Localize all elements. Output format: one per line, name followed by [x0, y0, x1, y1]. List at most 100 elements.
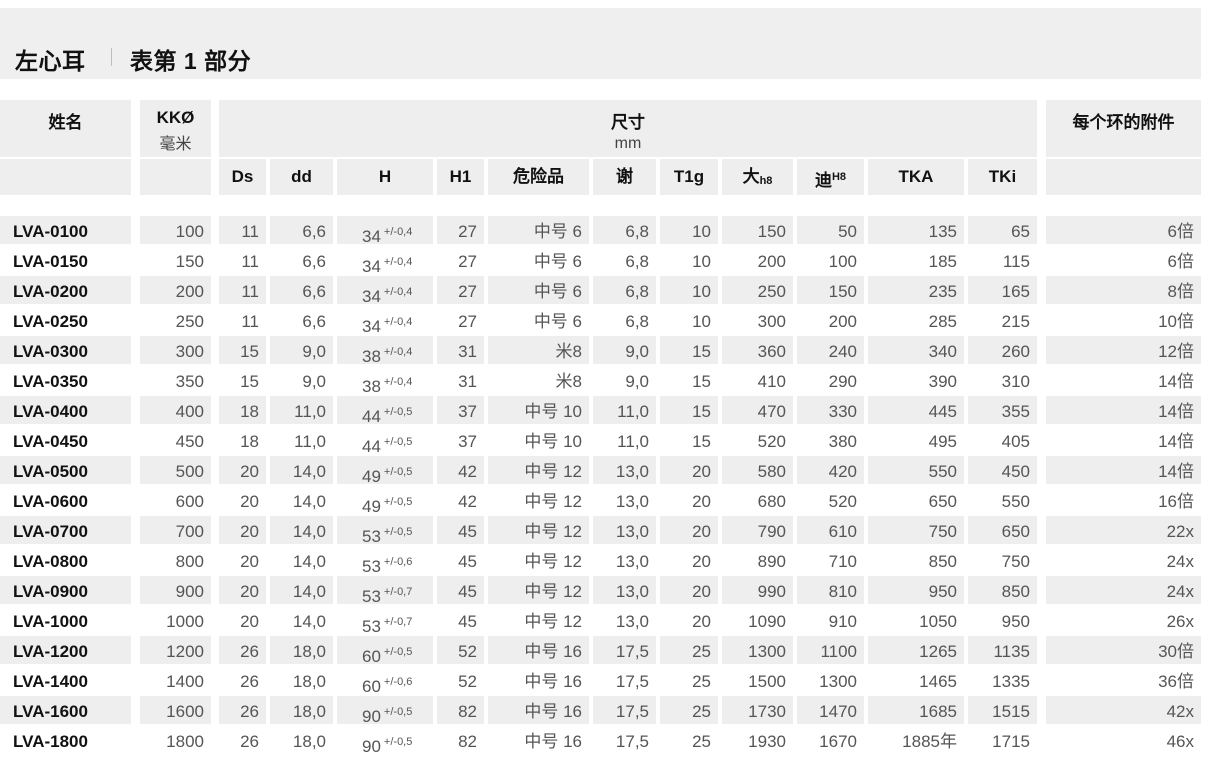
header-accessory-label: 每个环的附件 [1072, 113, 1175, 132]
cell-dd: 14,0 [292, 552, 326, 571]
cell-di: 380 [828, 432, 857, 451]
cell-di: 610 [797, 516, 864, 544]
cell-dd: 14,0 [270, 576, 333, 604]
cell-dd: 14,0 [270, 456, 333, 484]
cell-danger: 中号 12 [488, 576, 589, 604]
cell-tka: 1685 [868, 696, 964, 724]
cell-acc: 14倍 [1046, 456, 1201, 484]
cell-danger: 中号 12 [524, 552, 582, 571]
cell-tka: 185 [928, 252, 957, 271]
cell-name: LVA-0450 [13, 432, 88, 451]
cell-tki: 950 [1001, 612, 1030, 631]
cell-ds: 15 [240, 372, 259, 391]
cell-name: LVA-0200 [0, 276, 131, 304]
cell-ds: 11 [241, 312, 259, 331]
cell-tka: 135 [868, 216, 964, 244]
cell-t1g: 25 [660, 636, 718, 664]
cell-kk: 250 [175, 312, 204, 331]
subheader-accessory-blank [1046, 159, 1201, 195]
cell-acc: 14倍 [1158, 372, 1194, 391]
cell-h: 49 +/-0,5 [337, 456, 433, 486]
table-row: LVA-1800 1800 26 18,0 90 +/-0,5 82 中号 16 17,5 25 1… [0, 726, 1201, 756]
cell-name: LVA-1600 [0, 696, 131, 724]
cell-h-tolerance: +/-0,4 [383, 256, 413, 268]
cell-h-tolerance: +/-0,5 [383, 496, 413, 508]
cell-t1g: 25 [692, 732, 711, 751]
table-row: LVA-1200 1200 26 18,0 60 +/-0,5 52 中号 16 17,5 25 1… [0, 636, 1201, 666]
cell-t1g: 10 [692, 312, 711, 331]
cell-da: 1730 [722, 696, 793, 724]
subheader-tka: TKA [868, 159, 964, 195]
cell-tki: 260 [968, 336, 1037, 364]
cell-tki: 450 [968, 456, 1037, 484]
cell-h1: 37 [437, 396, 484, 424]
cell-tka: 340 [868, 336, 964, 364]
cell-di: 910 [828, 612, 857, 631]
cell-kk: 800 [175, 552, 204, 571]
cell-name: LVA-0350 [13, 372, 88, 391]
cell-dd: 11,0 [270, 396, 333, 424]
cell-dd: 6,6 [302, 252, 326, 271]
cell-danger: 中号 16 [488, 636, 589, 664]
page-title: 左心耳 [15, 48, 86, 74]
cell-xie: 9,0 [625, 372, 649, 391]
cell-di: 420 [797, 456, 864, 484]
header-dimensions-unit: mm [614, 135, 642, 152]
cell-di: 1100 [797, 636, 864, 664]
cell-h1: 45 [458, 552, 477, 571]
subheader-dd: dd [270, 159, 333, 195]
header-kk: KKØ 毫米 [140, 100, 211, 157]
cell-h1: 27 [458, 252, 477, 271]
cell-kk: 150 [175, 252, 204, 271]
cell-h-value: 38 [362, 347, 381, 366]
cell-name: LVA-0100 [0, 216, 131, 244]
cell-h: 34 +/-0,4 [337, 216, 433, 246]
cell-name: LVA-0700 [0, 516, 131, 544]
subheader-t1g: T1g [660, 159, 718, 195]
cell-danger: 中号 12 [488, 456, 589, 484]
cell-xie: 13,0 [593, 516, 656, 544]
cell-t1g: 20 [692, 612, 711, 631]
cell-name: LVA-0300 [0, 336, 131, 364]
cell-di: 240 [797, 336, 864, 364]
cell-acc: 42x [1046, 696, 1201, 724]
cell-h1: 27 [437, 216, 484, 244]
cell-h-value: 90 [362, 707, 381, 726]
cell-tki: 750 [1001, 552, 1030, 571]
cell-tka: 235 [868, 276, 964, 304]
cell-ds: 18 [240, 432, 259, 451]
title-divider [111, 48, 112, 66]
cell-h1: 27 [458, 312, 477, 331]
cell-h-tolerance: +/-0,7 [383, 616, 413, 628]
cell-acc: 30倍 [1046, 636, 1201, 664]
cell-acc: 26x [1166, 612, 1194, 631]
cell-t1g: 10 [660, 276, 718, 304]
cell-tki: 1715 [992, 732, 1030, 751]
subheader-h: H [337, 159, 433, 195]
cell-acc: 6倍 [1046, 216, 1201, 244]
cell-h-tolerance: +/-0,5 [383, 736, 413, 748]
subheader-kk-blank [140, 159, 211, 195]
table-row: LVA-0600 600 20 14,0 49 +/-0,5 42 中号 12 13,0 20 68… [0, 486, 1201, 516]
cell-h-value: 49 [362, 467, 381, 486]
cell-acc: 36倍 [1158, 672, 1194, 691]
cell-h-tolerance: +/-0,5 [383, 526, 413, 538]
cell-dd: 9,0 [302, 372, 326, 391]
cell-acc: 8倍 [1046, 276, 1201, 304]
cell-xie: 6,8 [625, 252, 649, 271]
cell-kk: 350 [175, 372, 204, 391]
cell-h-value: 53 [362, 587, 381, 606]
cell-dd: 14,0 [292, 612, 326, 631]
cell-da: 520 [757, 432, 786, 451]
cell-h: 53 +/-0,7 [337, 576, 433, 606]
cell-h1: 31 [458, 372, 477, 391]
table-row: LVA-0300 300 15 9,0 38 +/-0,4 31 米8 9,0 15 360 240 3… [0, 336, 1201, 366]
cell-h-value: 60 [362, 677, 381, 696]
table-row: LVA-0400 400 18 11,0 44 +/-0,5 37 中号 10 11,0 15 47… [0, 396, 1201, 426]
cell-t1g: 10 [692, 252, 711, 271]
cell-tki: 850 [968, 576, 1037, 604]
cell-kk: 1000 [166, 612, 204, 631]
table-row: LVA-0900 900 20 14,0 53 +/-0,7 45 中号 12 13,0 20 99… [0, 576, 1201, 606]
cell-danger: 米8 [555, 372, 582, 391]
cell-h-value: 34 [362, 227, 381, 246]
